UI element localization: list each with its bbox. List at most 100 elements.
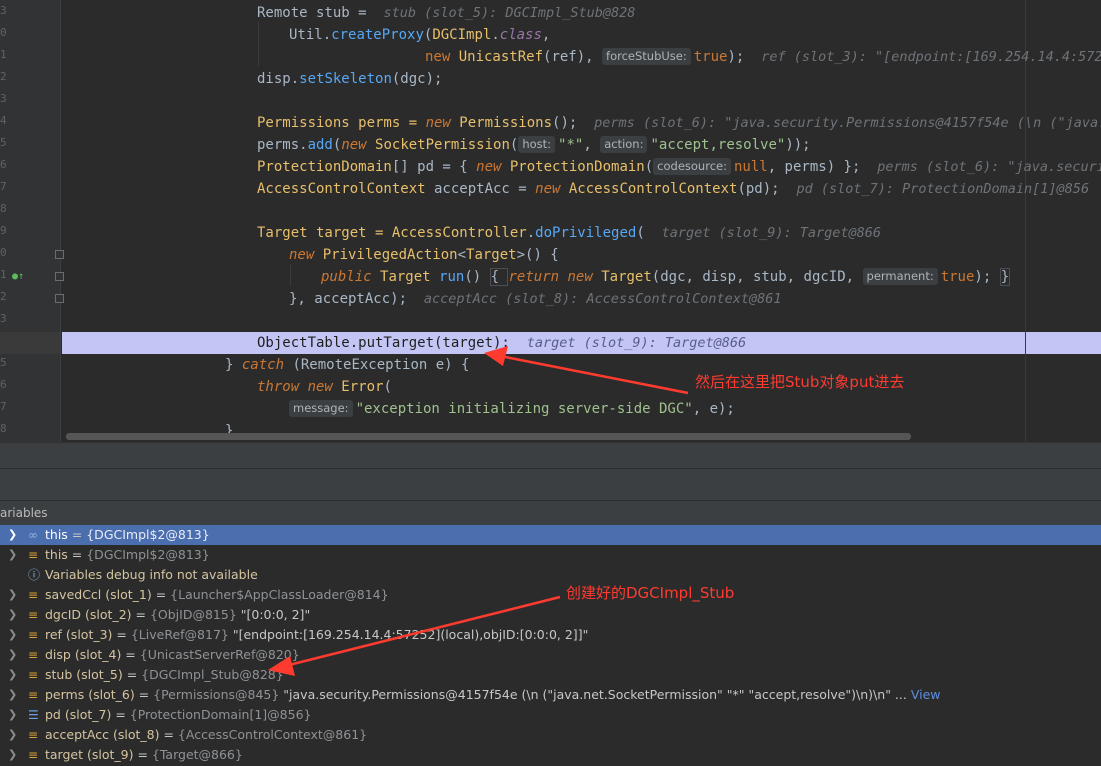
field-icon: ≡ bbox=[28, 548, 39, 562]
variable-type: {ObjID@815} bbox=[149, 607, 237, 622]
code-line[interactable]: perms.add(new SocketPermission(host: "*",… bbox=[257, 134, 811, 156]
line-number[interactable]: 6 bbox=[0, 154, 8, 176]
variable-name: Variables debug info not available bbox=[45, 567, 258, 582]
override-marker-icon[interactable]: ●↑ bbox=[12, 266, 24, 288]
param-hint: action: bbox=[600, 136, 648, 153]
line-number[interactable]: 2 bbox=[0, 286, 8, 308]
field-icon: ≡ bbox=[28, 648, 39, 662]
code-line[interactable]: AccessControlContext acceptAcc = new Acc… bbox=[257, 178, 1101, 200]
annotation-top: 然后在这里把Stub对象put进去 bbox=[695, 373, 905, 391]
variable-row[interactable]: ⓘ Variables debug info not available bbox=[0, 565, 1101, 585]
code-line[interactable]: Target target = AccessController.doPrivi… bbox=[257, 222, 881, 244]
line-number[interactable]: 7 bbox=[0, 176, 8, 198]
line-number[interactable]: 1 bbox=[0, 264, 8, 286]
code-line[interactable]: } catch (RemoteException e) { bbox=[225, 354, 469, 376]
chevron-right-icon[interactable]: ❯ bbox=[8, 665, 17, 685]
code-line[interactable]: disp.setSkeleton(dgc); bbox=[257, 68, 442, 90]
chevron-right-icon[interactable]: ❯ bbox=[8, 725, 17, 745]
chevron-right-icon[interactable]: ❯ bbox=[8, 745, 17, 765]
code-line[interactable]: }, acceptAcc); acceptAcc (slot_8): Acces… bbox=[289, 288, 782, 310]
code-line[interactable]: ProtectionDomain[] pd = { new Protection… bbox=[257, 156, 1101, 178]
line-number[interactable]: 6 bbox=[0, 374, 8, 396]
variable-row[interactable]: ❯ ≡ disp (slot_4) = {UnicastServerRef@820} bbox=[0, 645, 1101, 665]
variable-name: dgcID (slot_2) bbox=[45, 607, 132, 622]
line-number[interactable]: 3 bbox=[0, 88, 8, 110]
variable-row[interactable]: ❯ ≡ dgcID (slot_2) = {ObjID@815} "[0:0:0, … bbox=[0, 605, 1101, 625]
line-number[interactable]: 7 bbox=[0, 396, 8, 418]
variable-row[interactable]: ❯ ≡ perms (slot_6) = {Permissions@845} "ja… bbox=[0, 685, 1101, 705]
param-hint: codesource: bbox=[653, 158, 731, 175]
chevron-right-icon[interactable]: ❯ bbox=[8, 625, 17, 645]
line-number[interactable]: 2 bbox=[0, 66, 8, 88]
line-number[interactable]: 5 bbox=[0, 352, 8, 374]
variable-eq: = bbox=[159, 727, 178, 742]
variable-name: target (slot_9) bbox=[45, 747, 134, 762]
variable-row[interactable]: ❯ ∞ this = {DGCImpl$2@813} bbox=[0, 525, 1101, 545]
variables-panel-title: ariables bbox=[0, 500, 1101, 525]
line-number[interactable]: 8 bbox=[0, 418, 8, 440]
chevron-right-icon[interactable]: ❯ bbox=[8, 545, 17, 565]
variable-row[interactable]: ❯ ≡ this = {DGCImpl$2@813} bbox=[0, 545, 1101, 565]
editor-status-strip bbox=[0, 442, 1101, 469]
param-hint: permanent: bbox=[862, 268, 938, 285]
field-icon: ≡ bbox=[28, 588, 39, 602]
variable-row[interactable]: ❯ ≡ stub (slot_5) = {DGCImpl_Stub@828} bbox=[0, 665, 1101, 685]
variable-type: {DGCImpl_Stub@828} bbox=[141, 667, 284, 682]
code-line[interactable]: new UnicastRef(ref), forceStubUse: true);… bbox=[425, 46, 1101, 68]
chevron-right-icon[interactable]: ❯ bbox=[8, 525, 17, 545]
variable-eq: = bbox=[133, 747, 152, 762]
field-icon: ≡ bbox=[28, 728, 39, 742]
variable-type: {LiveRef@817} bbox=[130, 627, 229, 642]
variable-eq: = bbox=[131, 607, 150, 622]
line-number[interactable]: 9 bbox=[0, 220, 8, 242]
variable-name: this bbox=[45, 547, 68, 562]
code-line[interactable]: new PrivilegedAction<Target>() { bbox=[289, 244, 559, 266]
variable-row[interactable]: ❯ ≡ acceptAcc (slot_8) = {AccessControlCon… bbox=[0, 725, 1101, 745]
param-hint: host: bbox=[518, 136, 556, 153]
chevron-right-icon[interactable]: ❯ bbox=[8, 605, 17, 625]
variable-type: {DGCImpl$2@813} bbox=[86, 547, 210, 562]
variable-name: acceptAcc (slot_8) bbox=[45, 727, 160, 742]
code-line[interactable]: Permissions perms = new Permissions(); p… bbox=[257, 112, 1101, 134]
code-line[interactable]: Remote stub = stub (slot_5): DGCImpl_Stu… bbox=[257, 2, 635, 24]
code-area[interactable]: Remote stub = stub (slot_5): DGCImpl_Stu… bbox=[62, 0, 1101, 442]
line-number[interactable]: 0 bbox=[0, 242, 8, 264]
variable-name: this bbox=[45, 527, 68, 542]
chevron-right-icon[interactable]: ❯ bbox=[8, 645, 17, 665]
line-number[interactable]: 5 bbox=[0, 132, 8, 154]
chevron-right-icon[interactable]: ❯ bbox=[8, 685, 17, 705]
variables-panel[interactable]: ❯ ∞ this = {DGCImpl$2@813} ❯ ≡ this = {DGCImp… bbox=[0, 525, 1101, 766]
code-line[interactable]: throw new Error( bbox=[257, 376, 392, 398]
code-line[interactable]: public Target run() { return new Target(… bbox=[321, 266, 1011, 288]
variable-eq: = bbox=[112, 627, 131, 642]
variable-type: {Launcher$AppClassLoader@814} bbox=[170, 587, 389, 602]
line-number[interactable]: 1 bbox=[0, 44, 8, 66]
variable-row[interactable]: ❯ ≡ ref (slot_3) = {LiveRef@817} "[endpoin… bbox=[0, 625, 1101, 645]
chevron-right-icon[interactable]: ❯ bbox=[8, 705, 17, 725]
array-icon: ☰ bbox=[28, 708, 39, 722]
variable-type: {ProtectionDomain[1]@856} bbox=[129, 707, 312, 722]
field-icon: ≡ bbox=[28, 628, 39, 642]
variable-row[interactable]: ❯ ≡ target (slot_9) = {Target@866} bbox=[0, 745, 1101, 765]
view-link[interactable]: View bbox=[907, 687, 941, 702]
line-number[interactable]: 0 bbox=[0, 22, 8, 44]
variable-eq: = bbox=[122, 667, 142, 682]
field-icon: ≡ bbox=[28, 668, 39, 682]
line-number[interactable]: 3 bbox=[0, 308, 8, 330]
horizontal-scrollbar[interactable] bbox=[66, 433, 911, 440]
code-line-current[interactable]: ObjectTable.putTarget(target); target (s… bbox=[257, 332, 746, 354]
watch-icon: ∞ bbox=[28, 528, 38, 542]
chevron-right-icon[interactable]: ❯ bbox=[8, 585, 17, 605]
line-number[interactable]: 8 bbox=[0, 198, 8, 220]
code-line[interactable]: message: "exception initializing server-s… bbox=[289, 398, 735, 420]
line-number[interactable]: 3 bbox=[0, 0, 8, 22]
variable-eq: = bbox=[67, 547, 87, 562]
variable-row[interactable]: ❯ ☰ pd (slot_7) = {ProtectionDomain[1]@856… bbox=[0, 705, 1101, 725]
line-gutter[interactable]: 3012345678901234567890●↑ bbox=[0, 0, 64, 442]
variable-value: "[0:0:0, 2]" bbox=[236, 607, 311, 622]
line-number[interactable]: 4 bbox=[0, 110, 8, 132]
field-icon: ≡ bbox=[28, 688, 39, 702]
code-editor[interactable]: 3012345678901234567890●↑ Remote stub = s… bbox=[0, 0, 1101, 442]
variable-row[interactable]: ❯ ≡ savedCcl (slot_1) = {Launcher$AppClass… bbox=[0, 585, 1101, 605]
code-line[interactable]: Util.createProxy(DGCImpl.class, bbox=[289, 24, 550, 46]
